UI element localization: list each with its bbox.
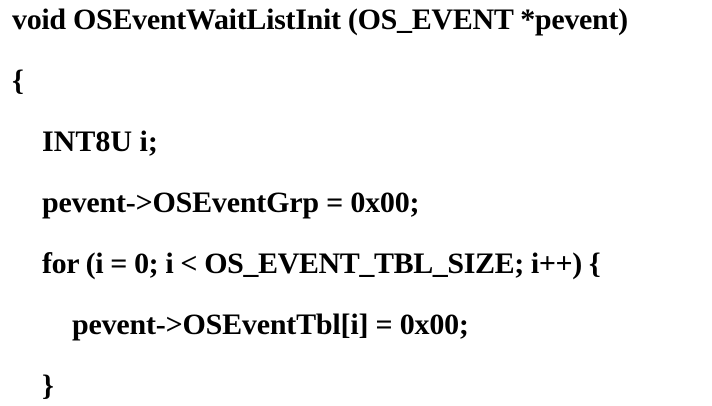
for-loop-line: for (i = 0; i < OS_EVENT_TBL_SIZE; i++) … xyxy=(42,247,601,280)
function-signature-line: void OSEventWaitListInit (OS_EVENT *peve… xyxy=(12,3,628,36)
code-block: void OSEventWaitListInit (OS_EVENT *peve… xyxy=(0,0,712,406)
open-brace-line: { xyxy=(12,64,24,97)
assignment-line: pevent->OSEventGrp = 0x00; xyxy=(42,186,420,219)
loop-body-line: pevent->OSEventTbl[i] = 0x00; xyxy=(72,308,469,341)
close-brace-line: } xyxy=(42,369,54,402)
variable-declaration-line: INT8U i; xyxy=(42,125,158,158)
